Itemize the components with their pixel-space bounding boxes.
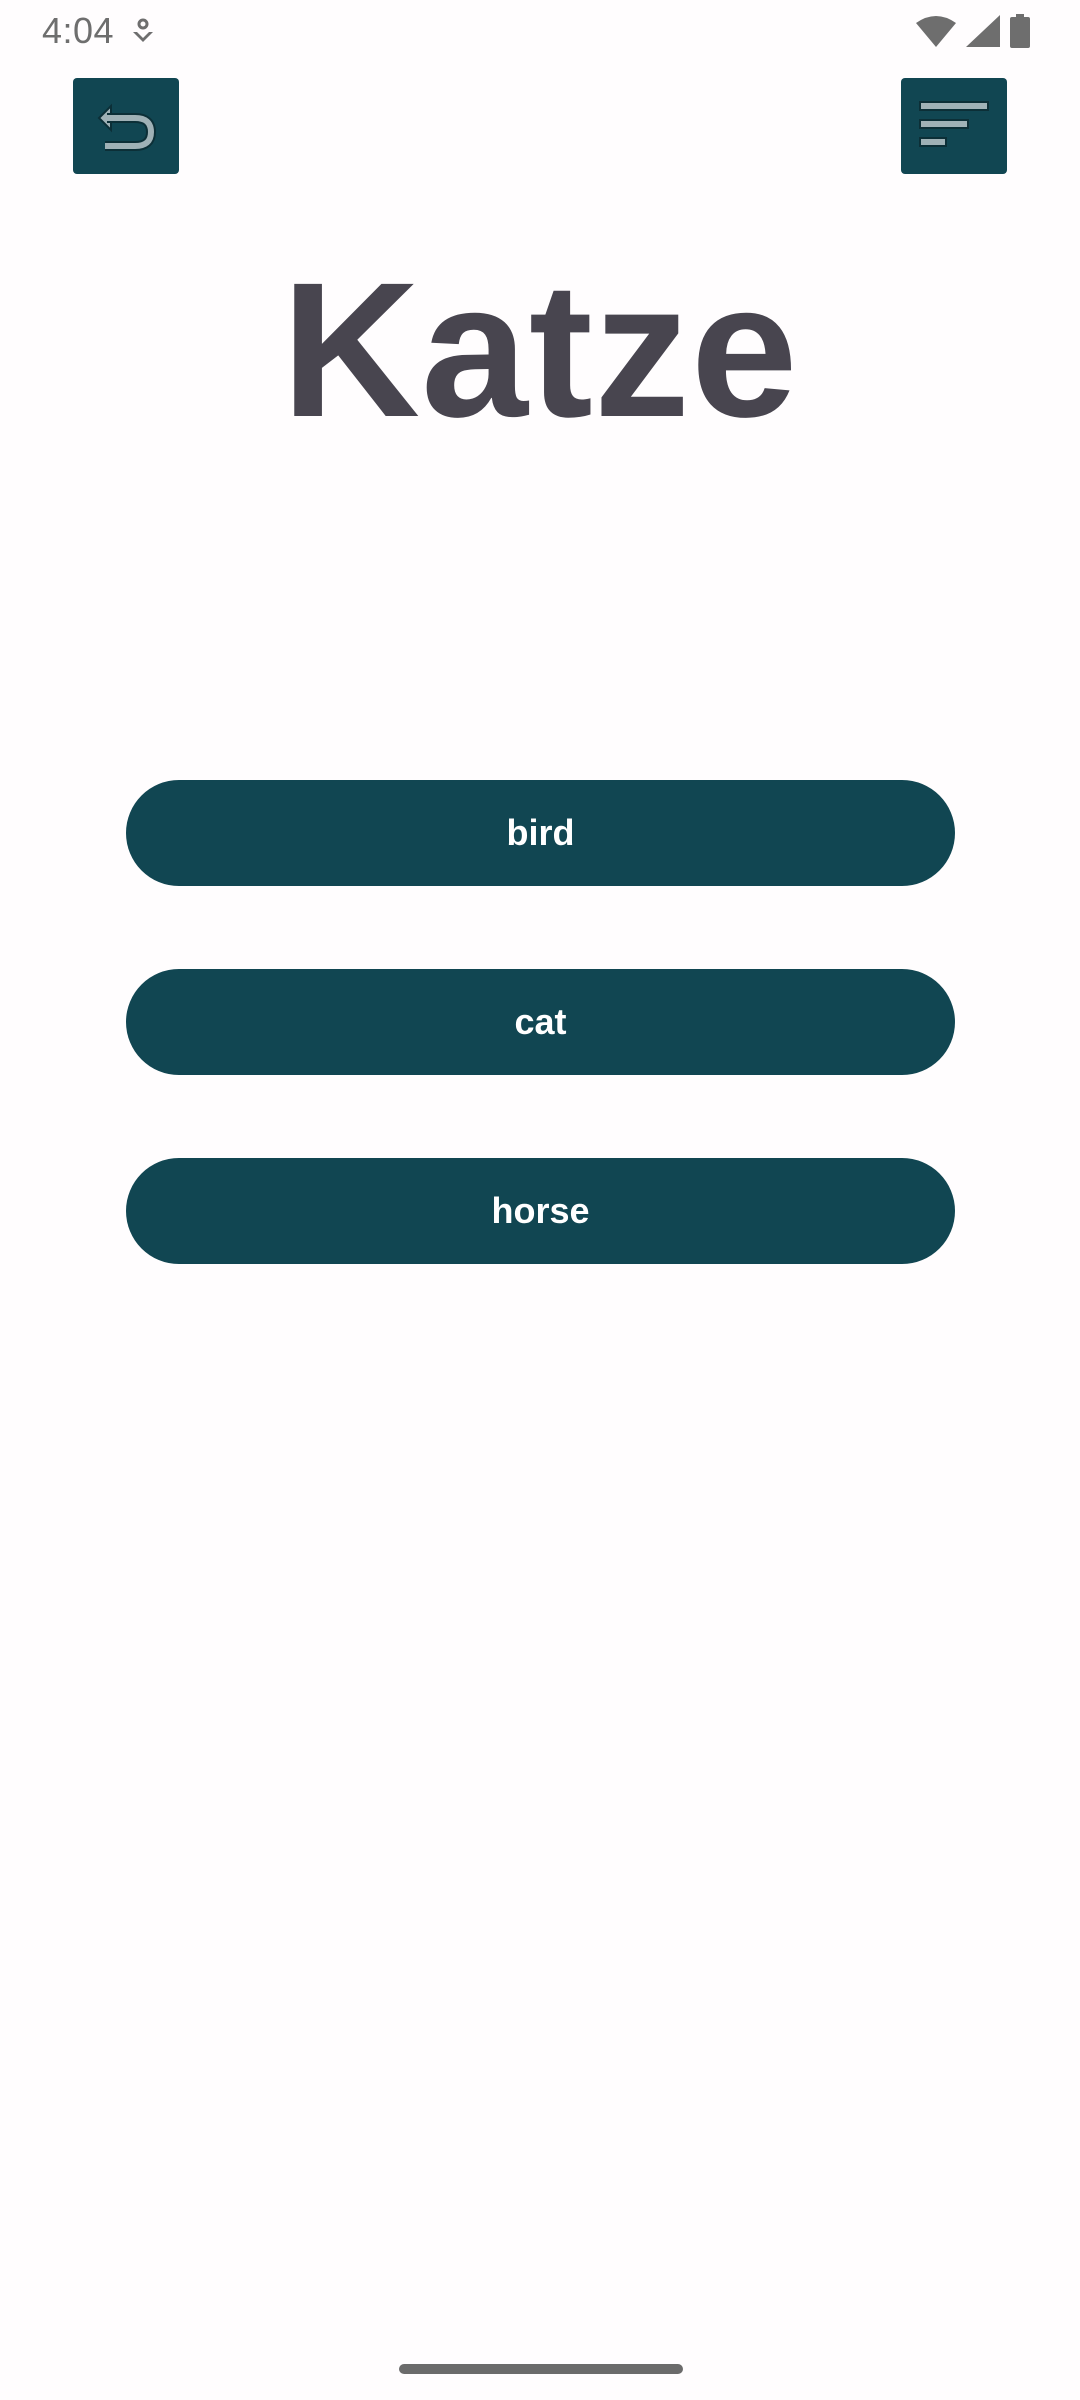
menu-button[interactable] (901, 78, 1007, 174)
undo-arrow-icon (95, 96, 157, 157)
back-button[interactable] (73, 78, 179, 174)
cell-signal-icon (966, 15, 1000, 47)
answer-button-cat[interactable]: cat (126, 969, 955, 1075)
status-icons (916, 12, 1030, 50)
status-bar: 4:04 (0, 0, 1080, 62)
status-time: 4:04 (42, 10, 115, 51)
wifi-icon (916, 15, 956, 47)
home-indicator[interactable] (399, 2364, 683, 2374)
answer-button-bird[interactable]: bird (126, 780, 955, 886)
sort-lines-icon (918, 98, 990, 155)
notification-icon (130, 18, 156, 46)
answer-list: bird cat horse (126, 780, 955, 1347)
quiz-word: Katze (281, 242, 799, 457)
quiz-screen: 4:04 Katze bird cat horse (0, 0, 1080, 2400)
battery-icon (1010, 14, 1030, 48)
answer-button-horse[interactable]: horse (126, 1158, 955, 1264)
